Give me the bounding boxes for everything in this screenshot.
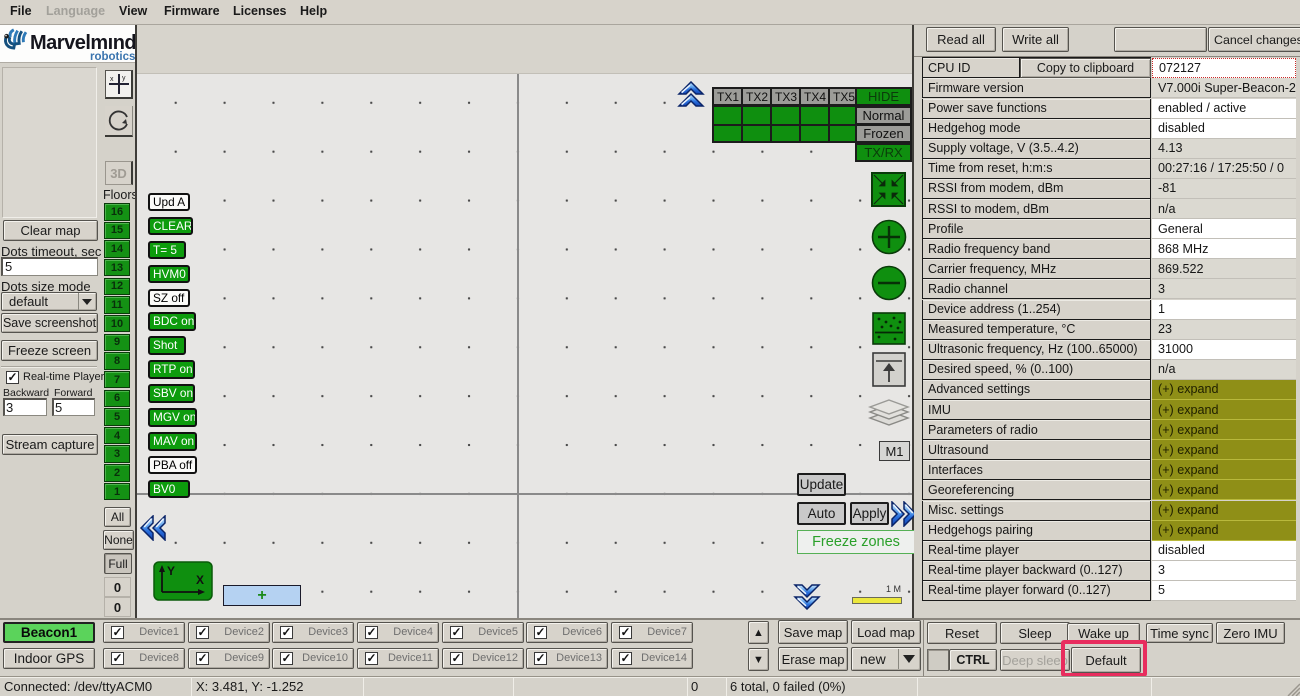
svg-text:X: X — [196, 573, 204, 587]
svg-text:x: x — [110, 76, 114, 83]
svg-text:y: y — [122, 75, 126, 82]
svg-text:Y: Y — [167, 564, 175, 578]
